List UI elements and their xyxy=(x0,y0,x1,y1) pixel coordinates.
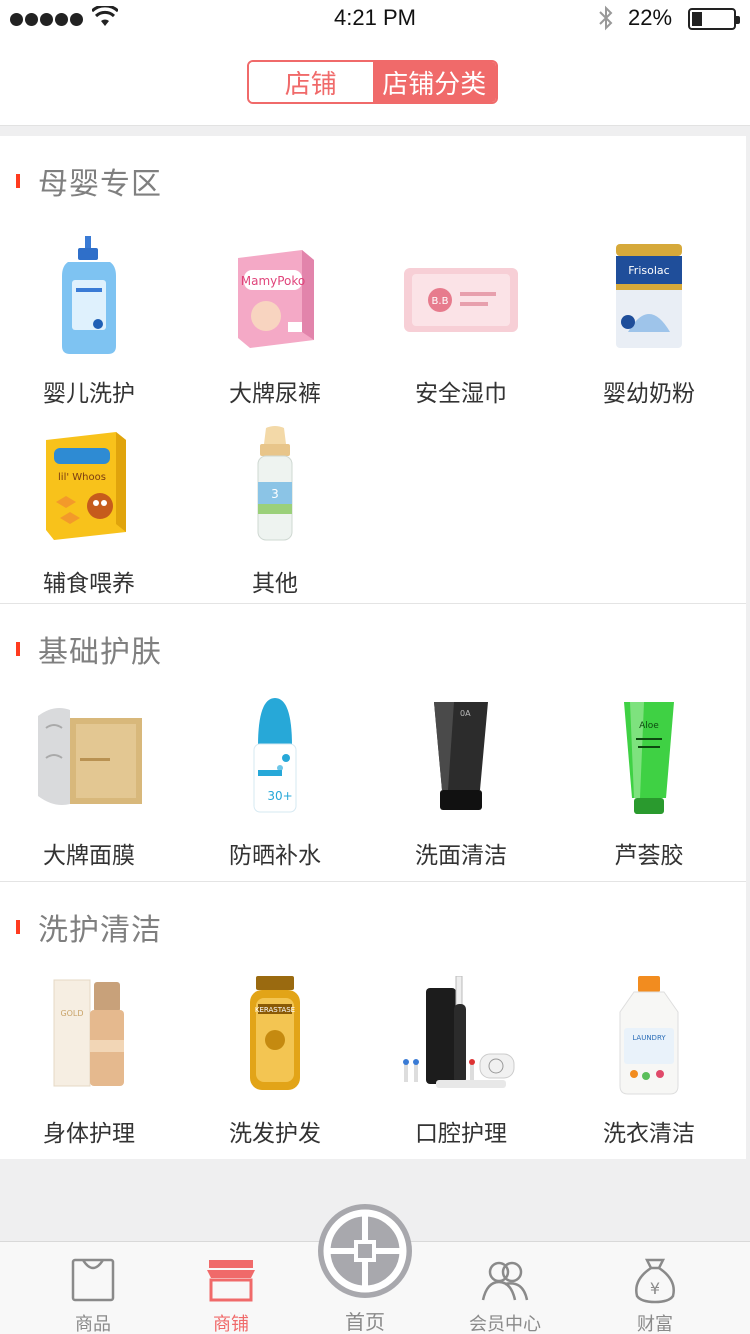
category-item[interactable]: Frisolac 婴幼奶粉 xyxy=(556,236,742,408)
bluetooth-icon xyxy=(599,5,613,31)
section-basic-skincare: 基础护肤 大牌面膜 30+ 防晒补水 0A 洗面清洁 Aloe 芦荟胶 xyxy=(0,604,746,882)
home-button[interactable] xyxy=(318,1204,412,1298)
category-item[interactable]: LAUNDRY 洗衣清洁 xyxy=(556,976,742,1148)
section-marker xyxy=(16,642,20,656)
laundry-detergent-icon: LAUNDRY xyxy=(619,976,679,1095)
section-marker xyxy=(16,174,20,188)
category-item[interactable]: 口腔护理 xyxy=(368,975,554,1148)
segmented-control: 店铺 店铺分类 xyxy=(247,60,498,104)
category-item[interactable]: 30+ 防晒补水 xyxy=(182,698,368,870)
face-mask-icon xyxy=(38,708,142,805)
electric-toothbrush-icon xyxy=(403,975,515,1088)
section-title: 母婴专区 xyxy=(16,164,162,202)
storefront-icon xyxy=(207,1260,255,1302)
svg-text:LAUNDRY: LAUNDRY xyxy=(632,1034,666,1042)
svg-text:Frisolac: Frisolac xyxy=(628,264,669,277)
battery-percent: 22% xyxy=(628,5,673,30)
category-item[interactable]: 大牌面膜 xyxy=(0,698,182,870)
category-item[interactable]: Aloe 芦荟胶 xyxy=(556,698,742,870)
home-coin-icon xyxy=(323,1209,407,1293)
money-bag-icon: ¥ xyxy=(635,1258,675,1304)
status-bar: 4:21 PM 22% xyxy=(0,0,750,38)
category-item[interactable]: B.B 安全湿巾 xyxy=(368,236,554,408)
tab-store[interactable]: 商铺 xyxy=(156,1242,306,1334)
category-item[interactable]: 婴儿洗护 xyxy=(0,236,182,408)
tab-goods[interactable]: 商品 xyxy=(18,1242,168,1334)
svg-text:30+: 30+ xyxy=(267,789,292,803)
category-item[interactable]: MamyPoko 大牌尿裤 xyxy=(182,236,368,408)
tab-wealth[interactable]: ¥ 财富 xyxy=(580,1242,730,1334)
category-list: 母婴专区 婴儿洗护 MamyPoko 大牌尿裤 B.B 安全湿巾 Frisola… xyxy=(0,136,746,1159)
diaper-pack-icon: MamyPoko xyxy=(238,250,314,348)
svg-text:MamyPoko: MamyPoko xyxy=(241,274,306,288)
svg-text:Aloe: Aloe xyxy=(639,721,659,731)
baby-bottle-icon: 3 xyxy=(257,426,293,541)
cleanser-tube-icon: 0A xyxy=(434,702,488,810)
svg-text:KERASTASE: KERASTASE xyxy=(255,1006,295,1014)
category-item[interactable]: GOLD 身体护理 xyxy=(0,976,182,1148)
category-item[interactable]: 0A 洗面清洁 xyxy=(368,698,554,870)
tab-store[interactable]: 店铺 xyxy=(249,62,373,102)
milk-powder-can-icon: Frisolac xyxy=(616,244,682,348)
shopping-bag-icon xyxy=(71,1258,115,1302)
home-tab-label: 首页 xyxy=(345,1310,385,1334)
category-item[interactable]: KERASTASE 洗发护发 xyxy=(182,976,368,1148)
section-wash-care: 洗护清洁 GOLD 身体护理 KERASTASE 洗发护发 口腔护理 LAUND… xyxy=(0,882,746,1159)
section-maternal-baby: 母婴专区 婴儿洗护 MamyPoko 大牌尿裤 B.B 安全湿巾 Frisola… xyxy=(0,136,746,604)
members-icon xyxy=(481,1261,529,1301)
tab-members[interactable]: 会员中心 xyxy=(430,1242,580,1334)
section-marker xyxy=(16,920,20,934)
aloe-gel-tube-icon: Aloe xyxy=(624,702,674,814)
tab-store-category[interactable]: 店铺分类 xyxy=(372,62,496,102)
battery-icon xyxy=(688,8,740,30)
section-title: 洗护清洁 xyxy=(16,910,162,948)
category-item[interactable]: 3 其他 xyxy=(182,426,368,598)
header: 店铺 店铺分类 xyxy=(0,38,750,126)
category-item[interactable]: lil' Whoos 辅食喂养 xyxy=(0,426,182,598)
wet-wipes-icon: B.B xyxy=(404,268,518,332)
baby-wash-bottle-icon xyxy=(62,236,116,354)
svg-text:GOLD: GOLD xyxy=(60,1009,83,1018)
svg-text:B.B: B.B xyxy=(432,296,449,307)
svg-text:lil' Whoos: lil' Whoos xyxy=(58,472,106,483)
section-title: 基础护肤 xyxy=(16,632,162,670)
body-care-bottle-icon: GOLD xyxy=(53,979,124,1087)
svg-text:3: 3 xyxy=(271,487,279,501)
svg-text:0A: 0A xyxy=(460,709,471,718)
baby-food-box-icon: lil' Whoos xyxy=(46,432,126,540)
shampoo-bottle-icon: KERASTASE xyxy=(250,976,300,1090)
sunscreen-bottle-icon: 30+ xyxy=(253,698,297,813)
svg-text:¥: ¥ xyxy=(650,1279,660,1298)
